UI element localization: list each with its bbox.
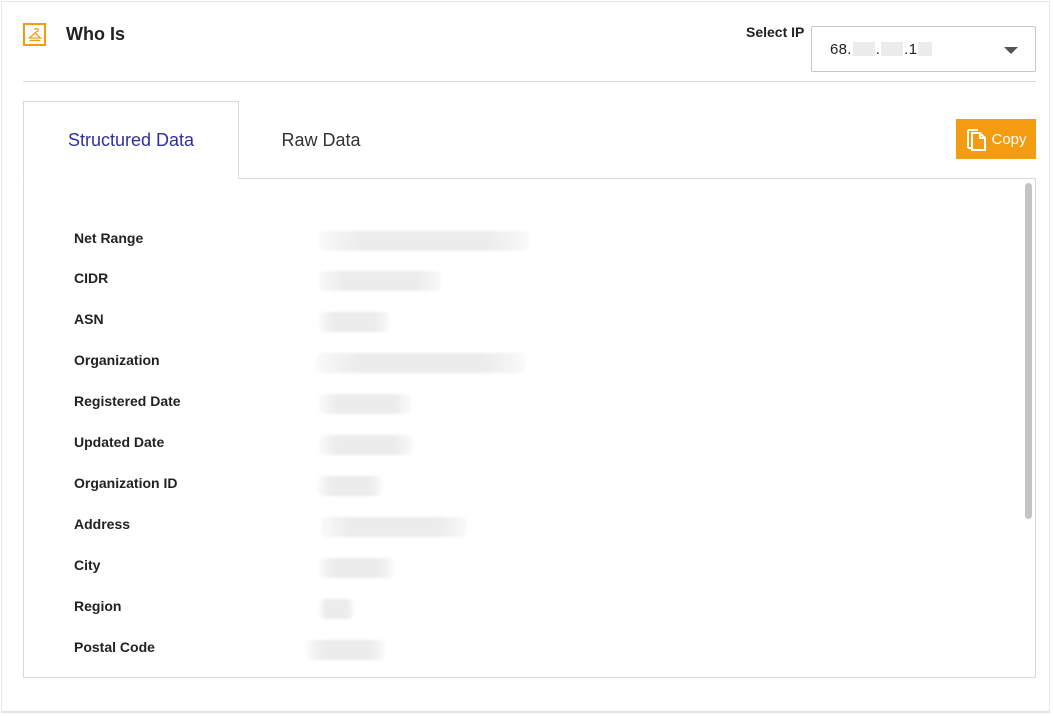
select-ip-label: Select IP: [746, 24, 805, 40]
field-label: City: [74, 557, 101, 573]
page-title: Who Is: [66, 24, 125, 44]
field-label: CIDR: [74, 270, 109, 286]
field-label: Net Range: [74, 230, 144, 246]
ip-redacted-octet: [918, 42, 933, 56]
tab-structured-data[interactable]: Structured Data: [23, 101, 239, 179]
ip-prefix: 68.: [830, 41, 852, 58]
field-value-redacted: [307, 640, 385, 660]
field-row: Updated Date: [74, 434, 974, 455]
hanger-icon: [23, 23, 46, 46]
ip-select-dropdown[interactable]: 68.. .1: [811, 26, 1036, 72]
field-label: Postal Code: [74, 639, 155, 655]
field-value-redacted: [319, 558, 394, 578]
field-row: Net Range: [74, 230, 974, 251]
field-row: ASN: [74, 311, 974, 332]
field-value-redacted: [319, 231, 529, 251]
field-row: Registered Date: [74, 393, 974, 414]
field-row: CIDR: [74, 270, 974, 291]
field-row: Organization ID: [74, 475, 974, 496]
field-value-redacted: [319, 435, 413, 455]
field-value-redacted: [316, 353, 526, 373]
field-value-redacted: [319, 394, 411, 414]
ip-suffix: .1: [904, 41, 918, 58]
whois-panel: Who Is Select IP 68.. .1 Structured Data …: [1, 1, 1050, 713]
field-value-redacted: [321, 517, 467, 537]
scrollbar-thumb[interactable]: [1025, 183, 1032, 519]
field-row: Region: [74, 598, 974, 619]
field-value-redacted: [319, 599, 354, 619]
header-divider: [23, 81, 1036, 82]
copy-button-label: Copy: [991, 130, 1027, 148]
field-label: Updated Date: [74, 434, 165, 450]
field-label: ASN: [74, 311, 104, 327]
field-row: Postal Code: [74, 639, 974, 660]
field-value-redacted: [319, 271, 441, 291]
field-label: Organization ID: [74, 475, 178, 491]
field-row: Organization: [74, 352, 974, 373]
field-value-redacted: [318, 476, 382, 496]
chevron-down-icon: [1004, 47, 1018, 54]
field-label: Registered Date: [74, 393, 181, 409]
ip-select-value: 68.. .1: [830, 41, 933, 58]
ip-dot: .: [875, 41, 881, 58]
structured-data-content: Net Range CIDR ASN Organization Register…: [23, 178, 1036, 678]
copy-icon: [967, 129, 987, 151]
field-value-redacted: [319, 312, 389, 332]
tab-label: Structured Data: [67, 129, 195, 150]
field-row: City: [74, 557, 974, 578]
copy-button[interactable]: Copy: [956, 119, 1036, 159]
tab-label: Raw Data: [281, 129, 361, 150]
field-label: Address: [74, 516, 131, 532]
field-label: Region: [74, 598, 122, 614]
ip-redacted-octet: [881, 42, 904, 56]
field-label: Organization: [74, 352, 160, 368]
ip-redacted-octet: [852, 42, 875, 56]
tab-raw-data[interactable]: Raw Data: [213, 101, 429, 179]
field-row: Address: [74, 516, 974, 537]
